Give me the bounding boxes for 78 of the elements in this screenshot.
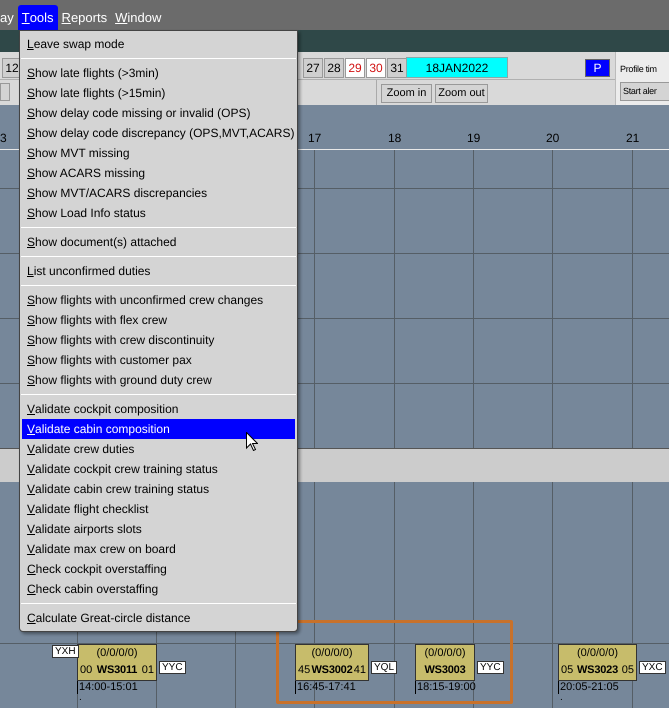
menu-bar-item[interactable]: Reports xyxy=(58,5,112,30)
flight-block[interactable]: (0/0/0/0) WS3003 xyxy=(415,644,475,681)
menu-bar-item[interactable]: Tools xyxy=(18,5,58,30)
menu-item[interactable]: Validate cockpit composition xyxy=(22,399,295,419)
airport-code: YXH xyxy=(52,645,79,658)
hour-label: 18 xyxy=(388,130,402,147)
menu-item[interactable]: Check cockpit overstaffing xyxy=(22,559,295,579)
menu-item[interactable]: Show delay code missing or invalid (OPS) xyxy=(22,103,295,123)
airport-code: YYC xyxy=(477,661,504,674)
airport-code: YYC xyxy=(159,661,186,674)
menu-item[interactable]: Show ACARS missing xyxy=(22,163,295,183)
menu-item[interactable]: Show document(s) attached xyxy=(22,232,295,252)
departure-minutes: 05 xyxy=(561,663,574,678)
menu-item[interactable]: Validate cockpit crew training status xyxy=(22,459,295,479)
menu-item[interactable]: Validate cabin crew training status xyxy=(22,479,295,499)
menu-bar-item[interactable]: Window xyxy=(111,5,166,30)
airport-code: YQL xyxy=(371,661,398,674)
hour-label: 19 xyxy=(467,130,480,147)
departure-minutes: 00 xyxy=(80,663,92,678)
arrival-minutes: 05 xyxy=(622,663,634,678)
menu-item[interactable]: Show flights with flex crew xyxy=(22,310,295,330)
zoom-out-button[interactable]: Zoom out xyxy=(435,84,488,103)
day-cell[interactable]: 29 xyxy=(345,58,365,78)
mouse-pointer-icon xyxy=(246,432,258,451)
p-button[interactable]: P xyxy=(585,59,610,77)
flight-number: WS3011 xyxy=(96,663,138,678)
crew-count: (0/0/0/0) xyxy=(96,646,138,660)
hour-label: 20 xyxy=(546,130,560,147)
menu-item[interactable]: Show MVT/ACARS discrepancies xyxy=(22,183,295,203)
airport-code: YXC xyxy=(639,661,666,674)
hour-label: 3 xyxy=(0,130,7,147)
zoom-in-button[interactable]: Zoom in xyxy=(381,84,432,103)
menu-item[interactable]: List unconfirmed duties xyxy=(22,261,295,281)
flight-time: 20:05-21:05 xyxy=(558,681,619,694)
flight-block[interactable]: (0/0/0/0) 05 WS3023 05 xyxy=(558,644,637,681)
menu-item[interactable]: Calculate Great-circle distance xyxy=(22,608,295,628)
flight-note: . xyxy=(559,693,563,703)
arrival-minutes: 01 xyxy=(142,663,154,678)
crew-count: (0/0/0/0) xyxy=(577,646,618,660)
flight-note: . xyxy=(78,693,82,703)
hour-label: 17 xyxy=(308,130,322,147)
arrival-minutes: 41 xyxy=(354,663,366,678)
menu-item[interactable]: Show delay code discrepancy (OPS,MVT,ACARS) xyxy=(22,123,295,143)
menu-item[interactable]: Show late flights (>3min) xyxy=(22,63,295,83)
menu-bar-item[interactable]: ay xyxy=(0,5,18,30)
menu-item[interactable]: Validate max crew on board xyxy=(22,539,295,559)
profile-label: Profile tim xyxy=(620,63,657,76)
menu-item[interactable]: Validate crew duties xyxy=(22,439,295,459)
menu-item[interactable]: Show flights with ground duty crew xyxy=(22,370,295,390)
menu-item[interactable]: Show flights with customer pax xyxy=(22,350,295,370)
flight-number: WS3003 xyxy=(424,663,466,678)
menu-item[interactable]: Validate cabin composition xyxy=(22,419,295,439)
menu-item[interactable]: Validate airports slots xyxy=(22,519,295,539)
menu-item[interactable]: Show late flights (>15min) xyxy=(22,83,295,103)
crew-count: (0/0/0/0) xyxy=(424,646,466,660)
start-alert-button[interactable]: Start aler xyxy=(620,82,669,101)
date-field[interactable]: 18JAN2022 xyxy=(406,57,508,78)
flight-number: WS3023 xyxy=(577,663,618,678)
menu-item[interactable]: Show MVT missing xyxy=(22,143,295,163)
day-cell[interactable]: 31 xyxy=(387,58,407,78)
menu-item[interactable]: Show flights with unconfirmed crew changes xyxy=(22,290,295,310)
menu-item[interactable]: Show Load Info status xyxy=(22,203,295,223)
crew-count: (0/0/0/0) xyxy=(312,646,352,660)
flight-block[interactable]: (0/0/0/0) 45WS300241 xyxy=(295,644,369,681)
departure-minutes: 45 xyxy=(298,663,310,678)
menu-item[interactable]: Show flights with crew discontinuity xyxy=(22,330,295,350)
menu-item[interactable]: Validate flight checklist xyxy=(22,499,295,519)
day-cell[interactable]: 27 xyxy=(303,58,323,78)
hour-label: 21 xyxy=(626,130,640,147)
menu-item[interactable]: Check cabin overstaffing xyxy=(22,579,295,599)
flight-block[interactable]: (0/0/0/0) 00 WS3011 01 xyxy=(77,644,157,681)
day-cell[interactable]: 30 xyxy=(366,58,386,78)
flight-time: 14:00-15:01 xyxy=(77,681,138,694)
toolbar-button[interactable] xyxy=(0,83,10,101)
flight-number: WS3002 xyxy=(312,663,352,678)
flight-time: 18:15-19:00 xyxy=(415,681,476,694)
flight-time: 16:45-17:41 xyxy=(295,681,356,694)
day-cell[interactable]: 28 xyxy=(324,58,344,78)
